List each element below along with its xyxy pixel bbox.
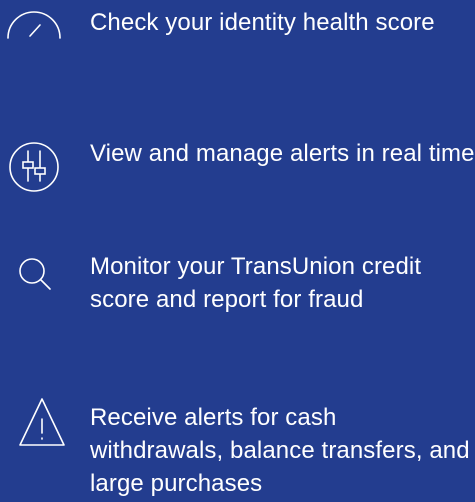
warning-icon (4, 393, 65, 453)
feature-text-credit-monitor: Monitor your TransUnion credit score and… (90, 253, 422, 313)
feature-text-transaction-alerts: Receive alerts for cash withdrawals, bal… (90, 404, 470, 497)
sliders-icon (4, 137, 64, 197)
feature-text-alerts: View and manage alerts in real time (90, 140, 475, 167)
feature-list: Check your identity health score View an… (0, 0, 475, 502)
search-icon (4, 250, 64, 310)
gauge-icon (4, 0, 64, 60)
feature-text-health-score: Check your identity health score (90, 9, 435, 36)
